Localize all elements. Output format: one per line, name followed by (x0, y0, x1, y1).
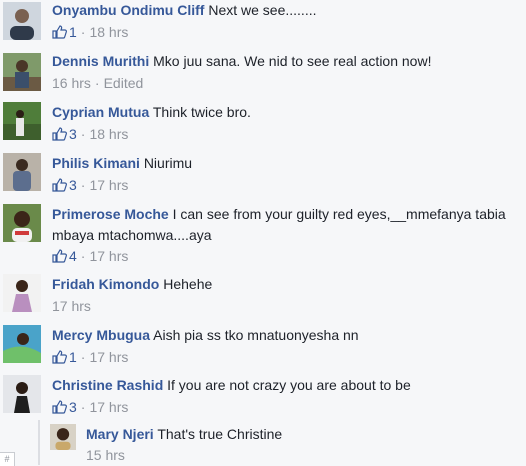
comment-body: Primerose Moche I can see from your guil… (52, 204, 520, 246)
avatar[interactable] (50, 424, 76, 450)
comment-meta: 1 · 18 hrs (52, 22, 128, 42)
thumbs-up-icon[interactable] (52, 178, 67, 192)
thumbs-up-icon[interactable] (52, 400, 67, 414)
timestamp[interactable]: 17 hrs (89, 349, 128, 365)
thumbs-up-icon[interactable] (52, 350, 67, 364)
like-count[interactable]: 3 (69, 177, 77, 193)
like-count[interactable]: 1 (69, 24, 77, 40)
avatar[interactable] (3, 325, 41, 363)
comment-meta: 3 · 17 hrs (52, 397, 128, 417)
commenter-name[interactable]: Philis Kimani (52, 155, 140, 171)
comment-text: Niurimu (143, 155, 193, 171)
commenter-name[interactable]: Cyprian Mutua (52, 104, 149, 120)
timestamp[interactable]: 17 hrs (89, 248, 128, 264)
comment-body: Mercy Mbugua Aish pia ss tko mnatuonyesh… (52, 325, 520, 346)
avatar[interactable] (3, 274, 41, 312)
commenter-name[interactable]: Christine Rashid (52, 377, 163, 393)
separator-dot: · (80, 399, 86, 415)
timestamp[interactable]: 16 hrs (52, 75, 91, 91)
comment-text: That's true Christine (157, 426, 283, 442)
edited-label[interactable]: Edited (104, 75, 144, 91)
reply-thread-line (38, 420, 40, 465)
commenter-name[interactable]: Mercy Mbugua (52, 327, 150, 343)
comment-body: Philis Kimani Niurimu (52, 153, 520, 174)
comment-text: Think twice bro. (152, 104, 251, 120)
comment-meta: 3 · 18 hrs (52, 124, 128, 144)
comment-meta: 1 · 17 hrs (52, 347, 128, 367)
separator-dot: · (80, 126, 86, 142)
comment-text: Next we see........ (208, 2, 317, 18)
commenter-name[interactable]: Onyambu Ondimu Cliff (52, 2, 204, 18)
separator-dot: · (94, 75, 100, 91)
comment-meta: 17 hrs (52, 296, 91, 316)
timestamp[interactable]: 15 hrs (86, 447, 125, 463)
comment-text: Hehehe (163, 276, 213, 292)
comment-meta: 16 hrs · Edited (52, 73, 143, 93)
thumbs-up-icon[interactable] (52, 25, 67, 39)
avatar[interactable] (3, 204, 41, 242)
avatar[interactable] (3, 53, 41, 91)
comment-text: If you are not crazy you are about to be (167, 377, 411, 393)
thumbs-up-icon[interactable] (52, 127, 67, 141)
separator-dot: · (80, 248, 86, 264)
comment-body: Mary Njeri That's true Christine (86, 424, 520, 445)
comment-body: Cyprian Mutua Think twice bro. (52, 102, 520, 123)
commenter-name[interactable]: Dennis Murithi (52, 53, 149, 69)
avatar[interactable] (3, 102, 41, 140)
separator-dot: · (80, 24, 86, 40)
comment-text: Aish pia ss tko mnatuonyesha nn (153, 327, 359, 343)
comment-body: Onyambu Ondimu Cliff Next we see........ (52, 0, 520, 21)
thumbs-up-icon[interactable] (52, 249, 67, 263)
timestamp[interactable]: 18 hrs (89, 24, 128, 40)
comment-meta: 4 · 17 hrs (52, 246, 128, 266)
avatar[interactable] (3, 153, 41, 191)
like-count[interactable]: 1 (69, 349, 77, 365)
commenter-name[interactable]: Fridah Kimondo (52, 276, 159, 292)
timestamp[interactable]: 18 hrs (89, 126, 128, 142)
like-count[interactable]: 4 (69, 248, 77, 264)
comment-meta: 15 hrs (86, 445, 125, 465)
timestamp[interactable]: 17 hrs (89, 177, 128, 193)
commenter-name[interactable]: Mary Njeri (86, 426, 154, 442)
commenter-name[interactable]: Primerose Moche (52, 206, 169, 222)
separator-dot: · (80, 349, 86, 365)
separator-dot: · (80, 177, 86, 193)
like-count[interactable]: 3 (69, 126, 77, 142)
footer-hash-tab[interactable]: # (0, 452, 15, 466)
comment-body: Dennis Murithi Mko juu sana. We nid to s… (52, 51, 520, 72)
like-count[interactable]: 3 (69, 399, 77, 415)
comment-body: Fridah Kimondo Hehehe (52, 274, 520, 295)
avatar[interactable] (3, 2, 41, 40)
comment-meta: 3 · 17 hrs (52, 175, 128, 195)
comment-body: Christine Rashid If you are not crazy yo… (52, 375, 520, 396)
timestamp[interactable]: 17 hrs (52, 298, 91, 314)
comment-text: Mko juu sana. We nid to see real action … (153, 53, 432, 69)
avatar[interactable] (3, 375, 41, 413)
timestamp[interactable]: 17 hrs (89, 399, 128, 415)
